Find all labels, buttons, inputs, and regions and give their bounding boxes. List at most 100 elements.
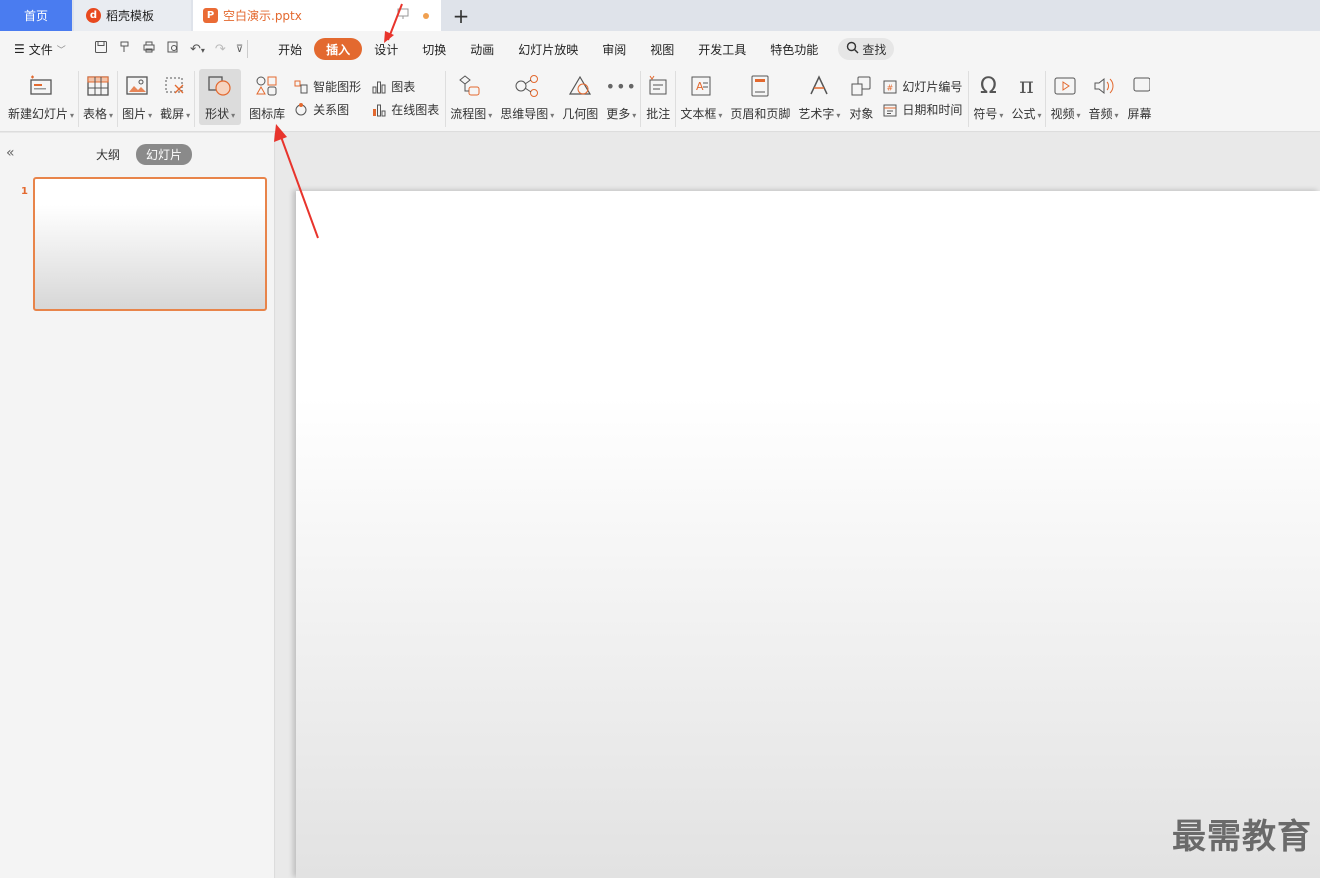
shape-button[interactable]: 形状 ▾ [199,69,242,125]
comment-button[interactable]: 批注 [645,69,671,125]
tab-review[interactable]: 审阅 [590,38,638,60]
wordart-label: 艺术字 [798,107,835,121]
ribbon-separator [117,71,119,127]
symbol-button[interactable]: Ω 符号 ▾ [973,69,1003,125]
collapse-panel-icon[interactable]: « [6,145,15,161]
chart-button[interactable]: 图表 [371,78,439,95]
ribbon-separator [78,71,80,127]
video-button[interactable]: 视频 ▾ [1050,69,1081,125]
header-footer-icon [747,73,773,99]
docer-logo-icon: d [86,8,101,23]
video-icon [1052,73,1078,99]
wordart-icon [806,73,832,99]
mindmap-button[interactable]: 思维导图 ▾ [500,69,554,125]
menu-bar: ☰ 文件 ﹀ ↶▾ ↷ ⊽ 开始 插入 设计 切换 动画 幻灯片放映 审阅 视图… [0,31,1320,67]
tab-document[interactable]: P 空白演示.pptx [193,0,441,31]
comment-label: 批注 [646,107,671,121]
tab-document-label: 空白演示.pptx [223,9,302,23]
smart-art-button[interactable]: 智能图形 [293,78,361,95]
svg-text:#: # [887,83,894,92]
flowchart-label: 流程图 [450,107,487,121]
save-icon[interactable] [94,40,108,58]
tab-design[interactable]: 设计 [362,38,410,60]
wordart-button[interactable]: 艺术字 ▾ [798,69,840,125]
search-label: 查找 [862,42,887,57]
icon-library-label: 图标库 [249,107,286,121]
slides-panel: « 大纲 幻灯片 1 [0,133,275,878]
slide-number-icon: # [882,79,898,95]
format-painter-icon[interactable] [118,40,132,58]
print-preview-icon[interactable] [166,40,180,58]
slide-canvas[interactable] [296,191,1320,878]
relation-chart-label: 关系图 [313,103,350,117]
textbox-label: 文本框 [680,107,717,121]
search-button[interactable]: 查找 [838,38,895,60]
header-footer-button[interactable]: 页眉和页脚 [730,69,790,125]
new-slide-icon [28,73,54,99]
table-button[interactable]: 表格 ▾ [83,69,113,125]
tab-home[interactable]: 首页 [0,0,72,31]
print-icon[interactable] [142,40,156,58]
screenshot-button[interactable]: 截屏 ▾ [160,69,190,125]
tab-slideshow[interactable]: 幻灯片放映 [506,38,590,60]
menu-separator [247,40,249,58]
tab-developer[interactable]: 开发工具 [686,38,758,60]
chart-group: 图表 在线图表 [371,69,439,125]
ribbon-separator [640,71,642,127]
picture-button[interactable]: 图片 ▾ [122,69,152,125]
geometry-button[interactable]: 几何图 [562,69,598,125]
audio-button[interactable]: 音频 ▾ [1089,69,1119,125]
tab-start[interactable]: 开始 [266,38,314,60]
tab-animation[interactable]: 动画 [458,38,506,60]
ppt-file-icon: P [203,8,218,23]
tab-template-label: 稻壳模板 [106,9,155,23]
bar-chart-icon [371,79,387,95]
geometry-icon [567,73,593,99]
more-button[interactable]: ••• 更多 ▾ [606,69,637,125]
online-chart-button[interactable]: 在线图表 [371,101,439,118]
flowchart-icon [458,73,484,99]
new-slide-button[interactable]: 新建幻灯片 ▾ [8,69,74,125]
tab-docer-templates[interactable]: d 稻壳模板 [74,0,191,31]
geometry-label: 几何图 [562,107,599,121]
date-time-button[interactable]: 日期和时间 [882,101,962,118]
tab-transition[interactable]: 切换 [410,38,458,60]
tab-view[interactable]: 视图 [638,38,686,60]
title-tab-bar: 首页 d 稻壳模板 P 空白演示.pptx + [0,0,1320,31]
icon-library-button[interactable]: 图标库 [249,69,285,125]
smart-art-label: 智能图形 [313,80,362,94]
undo-icon[interactable]: ↶▾ [190,42,205,57]
object-button[interactable]: 对象 [848,69,874,125]
customize-toolbar-icon[interactable]: ⊽ [236,44,243,55]
slide-number-button[interactable]: # 幻灯片编号 [882,78,962,95]
flowchart-button[interactable]: 流程图 ▾ [450,69,492,125]
smart-art-group: 智能图形 关系图 [293,69,361,125]
outline-tab[interactable]: 大纲 [86,144,130,165]
tab-special[interactable]: 特色功能 [758,38,830,60]
formula-button[interactable]: π 公式 ▾ [1011,69,1041,125]
redo-icon[interactable]: ↷ [215,42,226,57]
object-icon [848,73,874,99]
textbox-button[interactable]: A 文本框 ▾ [680,69,722,125]
tab-insert[interactable]: 插入 [314,38,363,60]
textbox-icon: A [688,73,714,99]
screen-record-button[interactable]: 屏幕 [1127,69,1153,125]
ribbon-separator [675,71,677,127]
file-menu[interactable]: ☰ 文件 ﹀ [0,41,84,58]
online-chart-icon [371,102,387,118]
file-menu-label: 文件 [28,42,53,57]
monitor-icon[interactable] [397,8,409,23]
slides-panel-header: « 大纲 幻灯片 [0,133,274,175]
tab-home-label: 首页 [23,9,48,23]
slides-tab[interactable]: 幻灯片 [136,144,193,165]
insert-ribbon: 新建幻灯片 ▾ 表格 ▾ 图片 ▾ 截屏 ▾ 形状 ▾ 图标库 智能图形 关系图… [0,67,1320,132]
mindmap-icon [514,73,540,99]
slide-thumbnail[interactable] [33,177,267,311]
quick-access-toolbar: ↶▾ ↷ ⊽ [84,40,243,58]
slide-number-label: 幻灯片编号 [902,80,963,94]
shape-label: 形状 [205,107,230,121]
audio-label: 音频 [1088,107,1113,121]
relation-chart-button[interactable]: 关系图 [293,101,361,118]
new-tab-button[interactable]: + [441,0,481,31]
picture-label: 图片 [122,107,147,121]
